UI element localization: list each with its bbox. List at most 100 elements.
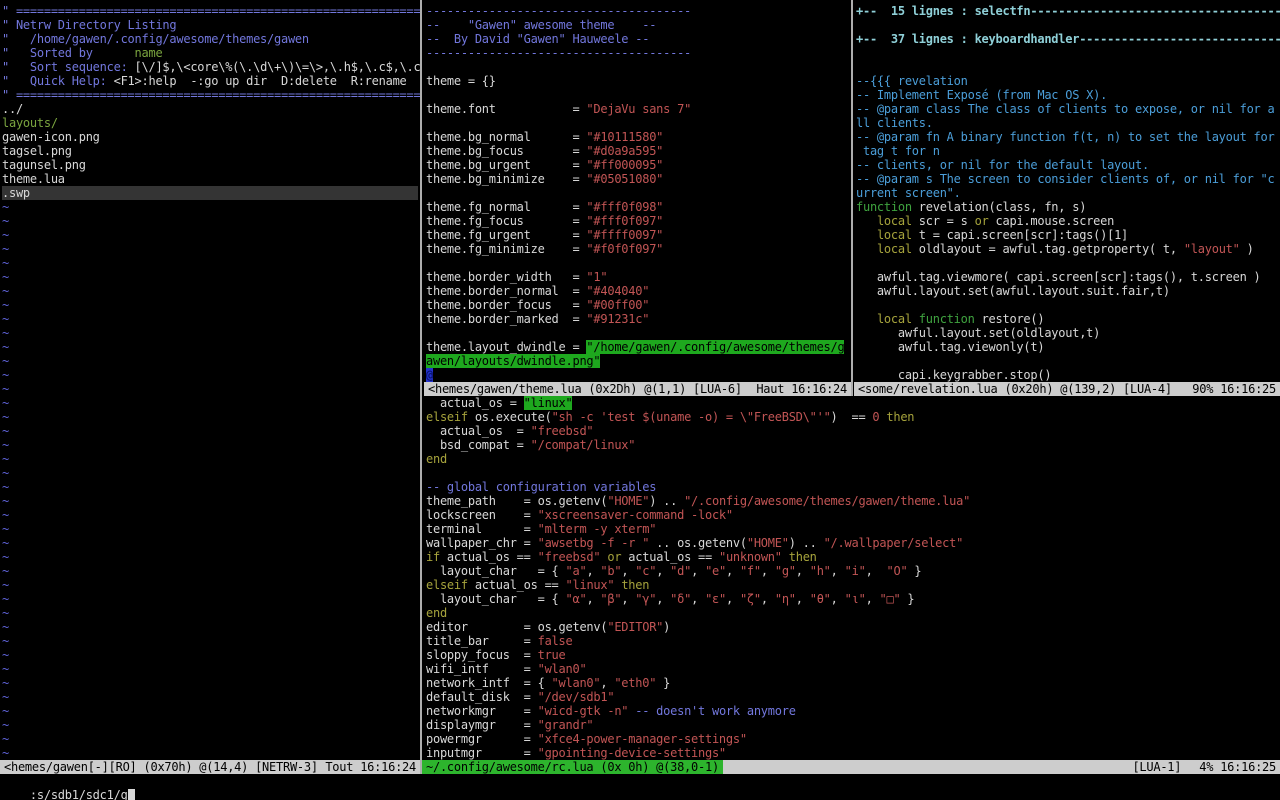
statusline-position: Haut 16:16:24: [756, 382, 847, 396]
code-line: end: [426, 606, 1278, 620]
code-line: elseif actual_os == "linux" then: [426, 578, 1278, 592]
code-line: bsd_compat = "/compat/linux": [426, 438, 1278, 452]
code-line: ~: [2, 494, 418, 508]
code-line: theme.bg_urgent = "#ff000095": [426, 158, 849, 172]
vertical-split-separator[interactable]: [851, 0, 853, 396]
code-line: default_disk = "/dev/sdb1": [426, 690, 1278, 704]
code-line: [856, 46, 1278, 60]
code-line: awful.layout.set(awful.layout.suit.fair,…: [856, 284, 1278, 298]
statusline-netrw: <hemes/gawen[-][RO] (0x70h) @(14,4) [NET…: [0, 760, 420, 774]
vertical-split-separator[interactable]: [420, 0, 422, 774]
netrw-pane[interactable]: " ======================================…: [0, 0, 420, 760]
code-line: ~: [2, 396, 418, 410]
code-line: wallpaper_chr = "awsetbg -f -r " .. os.g…: [426, 536, 1278, 550]
code-line: theme.fg_normal = "#fff0f098": [426, 200, 849, 214]
code-line: local function restore(): [856, 312, 1278, 326]
code-line: layout_char = { "a", "b", "c", "d", "e",…: [426, 564, 1278, 578]
code-line: ~: [2, 564, 418, 578]
code-line: ~: [2, 620, 418, 634]
code-line: " ======================================…: [2, 4, 418, 18]
code-line: wifi_intf = "wlan0": [426, 662, 1278, 676]
code-line: ~: [2, 284, 418, 298]
code-line: ~: [2, 480, 418, 494]
code-line: " Netrw Directory Listing: [2, 18, 418, 32]
code-line: ~: [2, 718, 418, 732]
code-line: tagunsel.png: [2, 158, 418, 172]
statusline-position: Tout 16:16:24: [325, 760, 416, 774]
code-line: ~: [2, 438, 418, 452]
code-line: ~: [2, 424, 418, 438]
code-line: theme.border_focus = "#00ff00": [426, 298, 849, 312]
statusline-revelation-lua: <some/revelation.lua (0x20h) @(139,2) [L…: [854, 382, 1280, 396]
code-line: " /home/gawen/.config/awesome/themes/gaw…: [2, 32, 418, 46]
code-line: awen/layouts/dwindle.png": [426, 354, 849, 368]
code-line: local oldlayout = awful.tag.getproperty(…: [856, 242, 1278, 256]
rc-lua-pane[interactable]: actual_os = "linux"elseif os.execute("sh…: [424, 396, 1280, 760]
code-line: [426, 186, 849, 200]
code-line: " Sort sequence: [\/]$,\<core\%(\.\d\+\)…: [2, 60, 418, 74]
code-line: -- @param s The screen to consider clien…: [856, 172, 1278, 186]
code-line: theme.font = "DejaVu sans 7": [426, 102, 849, 116]
theme-lua-pane[interactable]: -------------------------------------- --…: [424, 0, 851, 382]
code-line: lockscreen = "xscreensaver-command -lock…: [426, 508, 1278, 522]
code-line: gawen-icon.png: [2, 130, 418, 144]
code-line: ~: [2, 466, 418, 480]
code-line: end: [426, 452, 1278, 466]
code-line: sloppy_focus = true: [426, 648, 1278, 662]
statusline-file-info: <hemes/gawen[-][RO] (0x70h) @(14,4) [NET…: [4, 760, 318, 774]
statusline-position: 90% 16:16:25: [1192, 382, 1276, 396]
code-line: +-- 37 lignes : keyboardhandler---------…: [856, 32, 1278, 46]
code-line: theme.bg_minimize = "#05051080": [426, 172, 849, 186]
code-line: ~: [2, 214, 418, 228]
code-line: ~: [2, 746, 418, 760]
code-line: elseif os.execute("sh -c 'test $(uname -…: [426, 410, 1278, 424]
code-line: networkmgr = "wicd-gtk -n" -- doesn't wo…: [426, 704, 1278, 718]
code-line: --------------------------------------: [426, 4, 849, 18]
code-line: layouts/: [2, 116, 418, 130]
code-line: ~: [2, 340, 418, 354]
code-line: [856, 354, 1278, 368]
statusline-position: 4% 16:16:25: [1199, 760, 1276, 774]
code-line: [856, 256, 1278, 270]
code-line: ~: [2, 298, 418, 312]
code-line: --------------------------------------: [426, 46, 849, 60]
code-line: theme.lua: [2, 172, 418, 186]
code-line: theme.fg_focus = "#fff0f097": [426, 214, 849, 228]
code-line: urrent screen".: [856, 186, 1278, 200]
code-line: ~: [2, 592, 418, 606]
code-line: theme.border_marked = "#91231c": [426, 312, 849, 326]
command-line[interactable]: :s/sdb1/sdc1/g: [0, 774, 1280, 788]
code-line: ~: [2, 326, 418, 340]
code-line: tagsel.png: [2, 144, 418, 158]
code-line: network_intf = { "wlan0", "eth0" }: [426, 676, 1278, 690]
code-line: [426, 116, 849, 130]
command-text: :s/sdb1/sdc1/g: [30, 788, 128, 800]
code-line: @: [426, 368, 849, 382]
code-line: [426, 88, 849, 102]
code-line: theme.layout_dwindle = "/home/gawen/.con…: [426, 340, 849, 354]
code-line: -- global configuration variables: [426, 480, 1278, 494]
code-line: theme.fg_urgent = "#ffff0097": [426, 228, 849, 242]
code-line: ~: [2, 354, 418, 368]
code-line: -- clients, or nil for the default layou…: [856, 158, 1278, 172]
code-line: ~: [2, 242, 418, 256]
code-line: ~: [2, 382, 418, 396]
code-line: theme.bg_normal = "#10111580": [426, 130, 849, 144]
code-line: ~: [2, 508, 418, 522]
code-line: " Quick Help: <F1>:help -:go up dir D:de…: [2, 74, 418, 88]
statusline-right-section: [LUA-1] 4% 16:16:25: [723, 760, 1280, 774]
code-line: ~: [2, 634, 418, 648]
code-line: theme.border_normal = "#404040": [426, 284, 849, 298]
code-line: theme.fg_minimize = "#f0f0f097": [426, 242, 849, 256]
statusline-rc-lua: ~/.config/awesome/rc.lua (0x 0h) @(38,0-…: [422, 760, 1280, 774]
revelation-lua-pane[interactable]: +-- 15 lignes : selectfn----------------…: [854, 0, 1280, 382]
code-line: layout_char = { "α", "β", "γ", "δ", "ε",…: [426, 592, 1278, 606]
code-line: awful.layout.set(oldlayout,t): [856, 326, 1278, 340]
code-line: ~: [2, 522, 418, 536]
code-line: theme.bg_focus = "#d0a9a595": [426, 144, 849, 158]
code-line: powermgr = "xfce4-power-manager-settings…: [426, 732, 1278, 746]
code-line: ~: [2, 536, 418, 550]
code-line: --{{{ revelation: [856, 74, 1278, 88]
code-line: ~: [2, 606, 418, 620]
code-line: theme.border_width = "1": [426, 270, 849, 284]
